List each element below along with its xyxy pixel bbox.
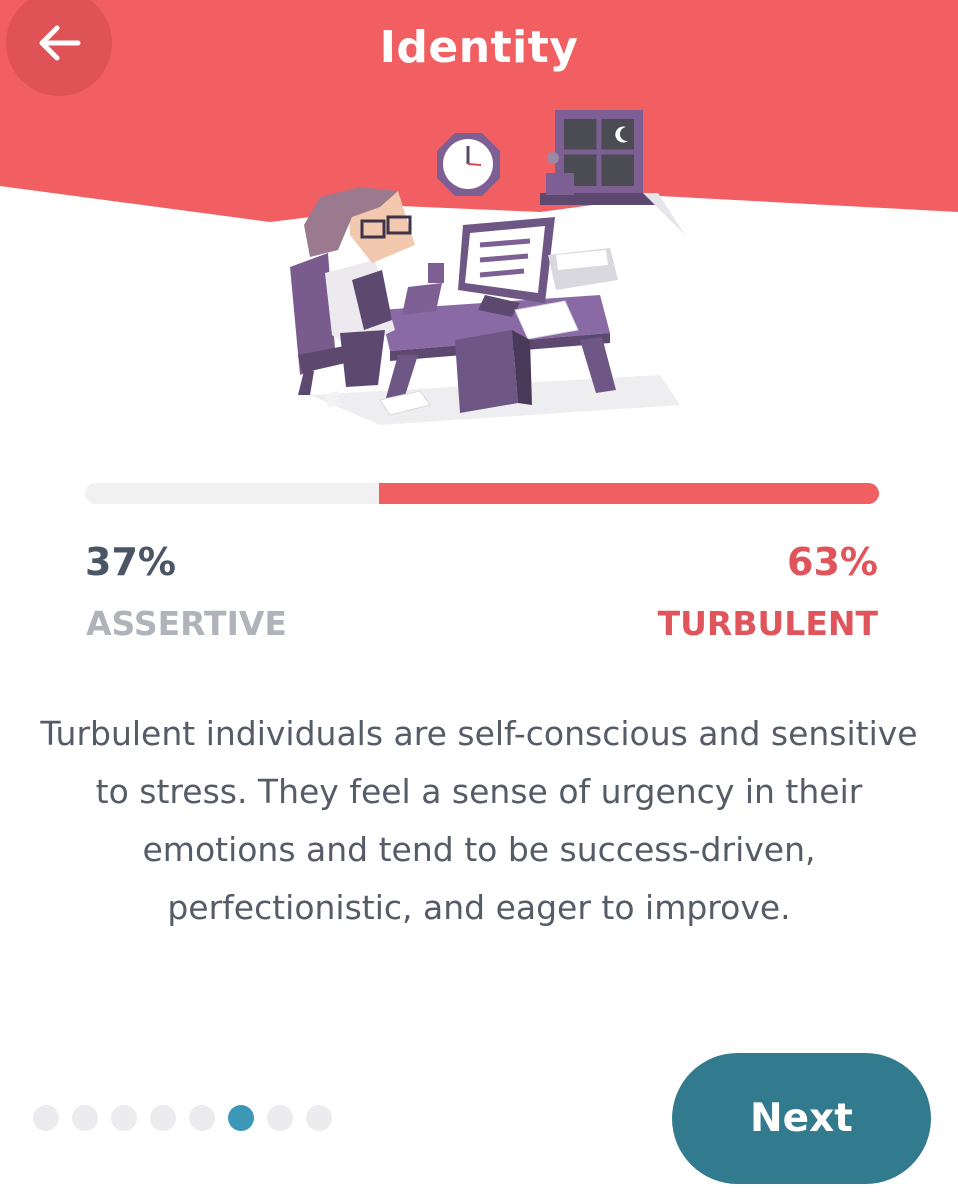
page-dot[interactable] (228, 1105, 254, 1131)
page-dot[interactable] (306, 1105, 332, 1131)
page-dot[interactable] (111, 1105, 137, 1131)
page-title: Identity (379, 22, 579, 73)
trait-progress-bar (85, 483, 879, 504)
page-dot[interactable] (267, 1105, 293, 1131)
assertive-label: ASSERTIVE (86, 604, 287, 643)
page-dot[interactable] (189, 1105, 215, 1131)
page-indicator (33, 1105, 332, 1131)
trait-description: Turbulent individuals are self-conscious… (40, 714, 918, 927)
turbulent-bar-fill (378, 483, 879, 504)
turbulent-percent: 63% (787, 540, 878, 584)
page-dot[interactable] (150, 1105, 176, 1131)
page-dot[interactable] (72, 1105, 98, 1131)
page-dot[interactable] (33, 1105, 59, 1131)
next-button[interactable]: Next (672, 1053, 931, 1184)
turbulent-label: TURBULENT (657, 604, 878, 643)
stressed-worker-at-desk-illustration (290, 110, 685, 425)
assertive-percent: 37% (85, 540, 176, 584)
